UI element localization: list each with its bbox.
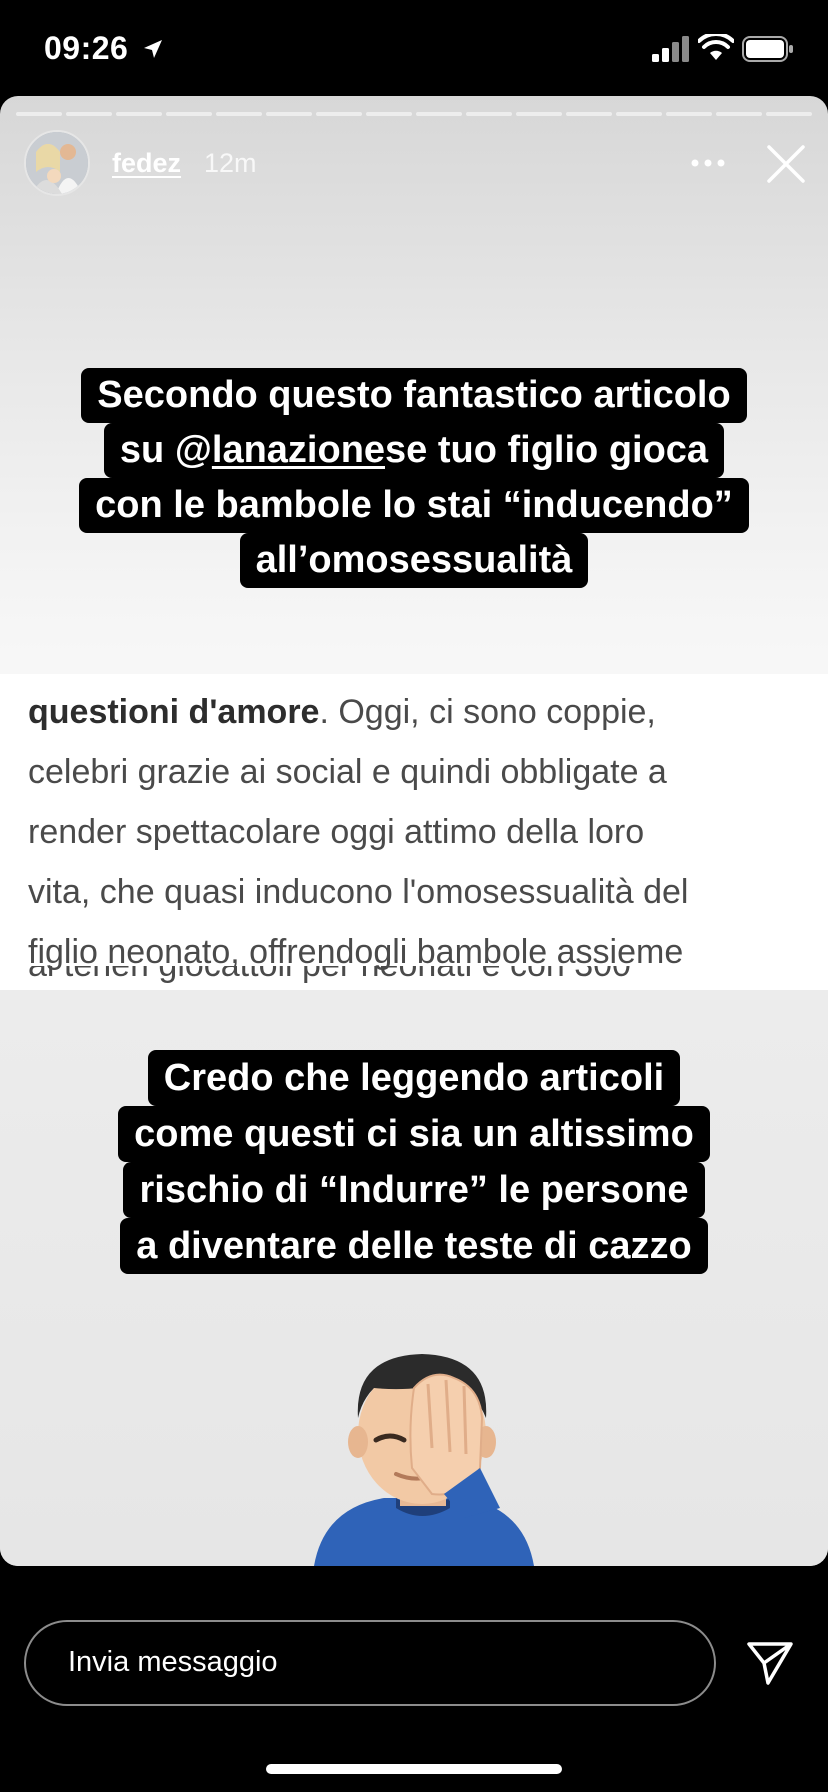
story-progress-segment xyxy=(466,112,512,116)
article-line: celebri grazie ai social e quindi obblig… xyxy=(28,753,667,791)
story-timestamp: 12m xyxy=(204,148,257,178)
story-progress-segment xyxy=(16,112,62,116)
location-arrow-icon xyxy=(144,40,162,58)
close-icon[interactable] xyxy=(764,142,808,186)
caption-line: a diventare delle teste di cazzo xyxy=(120,1218,708,1274)
story-progress-segment xyxy=(416,112,462,116)
story-progress-segment xyxy=(366,112,412,116)
more-options-icon[interactable] xyxy=(690,158,726,168)
article-line: render spettacolare oggi attimo della lo… xyxy=(28,813,645,851)
story-progress-segment xyxy=(566,112,612,116)
story-progress-segment xyxy=(516,112,562,116)
article-bold-text: questioni d'amore xyxy=(28,693,320,731)
signal-icon xyxy=(652,36,689,62)
caption-bottom: Credo che leggendo articoli come questi … xyxy=(0,1050,828,1274)
caption-line: Credo che leggendo articoli xyxy=(147,1050,681,1106)
status-time: 09:26 xyxy=(44,30,129,66)
story-progress-segment xyxy=(116,112,162,116)
caption-line: rischio di “Indurre” le persone xyxy=(123,1162,705,1218)
mention-link[interactable]: lanazione xyxy=(211,423,386,478)
story-progress-segment xyxy=(216,112,262,116)
story-progress-segment xyxy=(616,112,662,116)
story-progress-segment xyxy=(316,112,362,116)
message-placeholder: Invia messaggio xyxy=(68,1646,278,1678)
caption-text: su @ xyxy=(119,423,212,478)
caption-line: Secondo questo fantastico articolo xyxy=(81,368,747,423)
article-text: questioni d'amore. Oggi, ci sono coppie,… xyxy=(28,682,818,982)
avatar[interactable] xyxy=(24,130,90,196)
caption-text: se tuo figlio gioca xyxy=(385,423,709,478)
story-progress-segment xyxy=(266,112,312,116)
caption-line: su @lanazione se tuo figlio gioca xyxy=(103,423,725,478)
caption-line: all’omosessualità xyxy=(239,533,589,588)
caption-line: con le bambole lo stai “inducendo” xyxy=(79,478,749,533)
caption-line: come questi ci sia un altissimo xyxy=(118,1106,710,1162)
article-line: vita, che quasi inducono l'omosessualità… xyxy=(28,873,689,911)
story-progress-segment xyxy=(66,112,112,116)
article-line: ai teneri giocattoli per neonati e con 3… xyxy=(28,966,788,985)
story-progress-segment xyxy=(716,112,762,116)
caption-top: Secondo questo fantastico articolo su @l… xyxy=(0,368,828,588)
article-cut-line: ai teneri giocattoli per neonati e con 3… xyxy=(28,966,788,990)
article-screenshot: questioni d'amore. Oggi, ci sono coppie,… xyxy=(0,674,828,990)
story-viewer[interactable]: fedez 12m questioni d'amore. Oggi, ci so… xyxy=(0,96,828,1566)
facepalm-emoji-icon xyxy=(314,1354,534,1566)
wifi-icon xyxy=(698,34,734,60)
home-indicator[interactable] xyxy=(266,1764,562,1774)
avatar-photo xyxy=(26,132,88,194)
story-progress-bar xyxy=(16,112,812,116)
status-bar: 09:26 xyxy=(0,0,828,96)
story-header: fedez 12m xyxy=(0,126,828,206)
story-progress-segment xyxy=(766,112,812,116)
story-progress-segment xyxy=(666,112,712,116)
article-line: questioni d'amore. Oggi, ci sono coppie, xyxy=(28,682,818,742)
message-input[interactable]: Invia messaggio xyxy=(24,1620,716,1706)
story-progress-segment xyxy=(166,112,212,116)
article-text-span: . Oggi, ci sono coppie, xyxy=(319,693,656,731)
story-username[interactable]: fedez xyxy=(112,148,181,179)
send-icon[interactable] xyxy=(746,1640,794,1686)
battery-icon xyxy=(742,36,793,62)
